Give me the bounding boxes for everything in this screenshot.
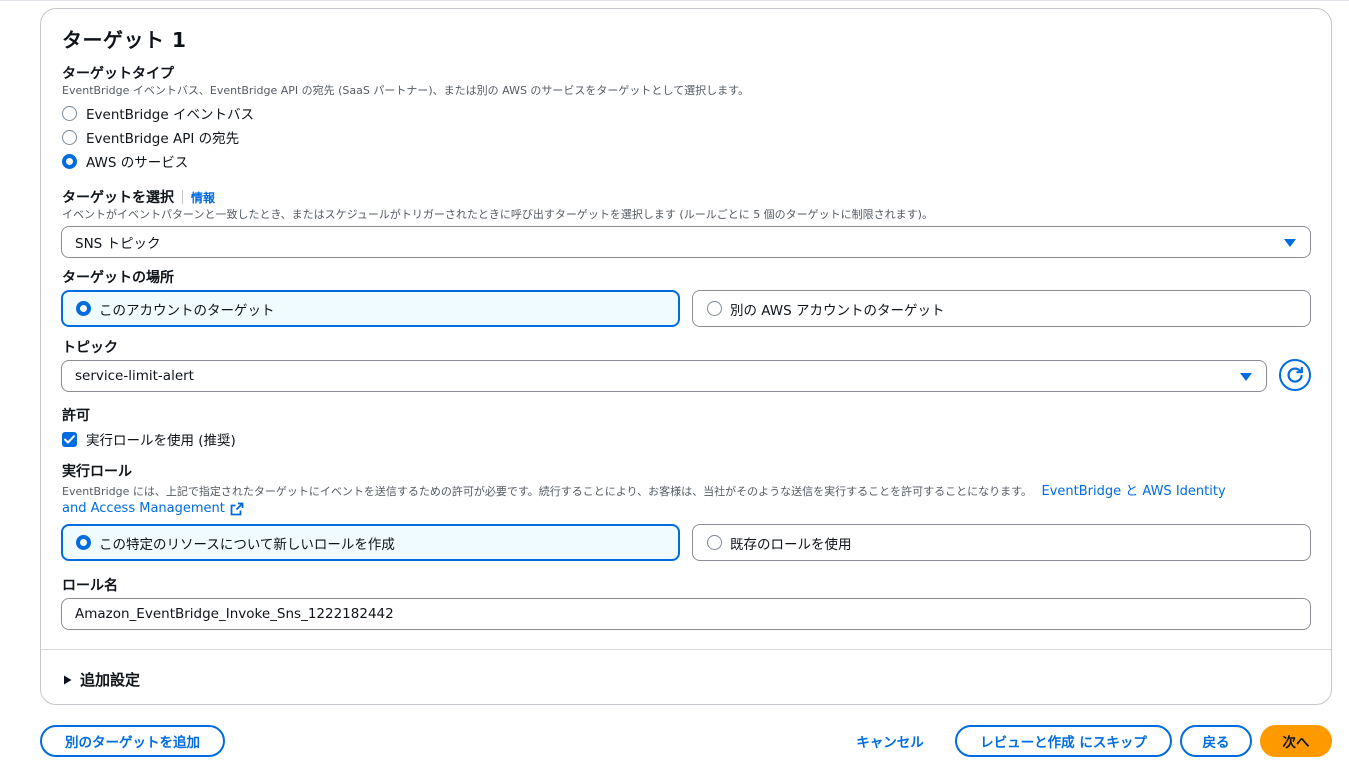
- skip-to-review-button[interactable]: レビューと作成 にスキップ: [955, 725, 1172, 757]
- execution-role-description: EventBridge には、上記で指定されたターゲットにイベントを送信するため…: [62, 485, 1033, 498]
- checkbox-checked[interactable]: [62, 431, 77, 447]
- radio-aws-service[interactable]: AWS のサービス: [62, 151, 188, 171]
- tile-create-new-role[interactable]: この特定のリソースについて新しいロールを作成: [61, 524, 680, 561]
- add-target-button[interactable]: 別のターゲットを追加: [40, 725, 225, 757]
- caret-right-icon: [64, 675, 72, 684]
- next-button[interactable]: 次へ: [1260, 725, 1332, 757]
- check-icon: [64, 434, 75, 443]
- execution-role-label: 実行ロール: [62, 464, 132, 480]
- radio-eventbridge-api[interactable]: EventBridge API の宛先: [62, 127, 239, 147]
- target-location-label: ターゲットの場所: [62, 270, 174, 286]
- section-divider: [41, 649, 1331, 650]
- caret-down-icon: [1240, 373, 1252, 381]
- external-link-icon: [230, 502, 244, 515]
- target-type-description: EventBridge イベントバス、EventBridge API の宛先 (…: [62, 84, 749, 97]
- role-name-label: ロール名: [62, 578, 118, 594]
- cancel-button[interactable]: キャンセル: [846, 725, 934, 757]
- info-link[interactable]: 情報: [191, 189, 215, 206]
- label-separator: [182, 190, 183, 204]
- additional-settings-label: 追加設定: [80, 671, 141, 689]
- tile-other-account[interactable]: 別の AWS アカウントのターゲット: [692, 290, 1311, 327]
- radio-button-selected[interactable]: [76, 535, 91, 550]
- use-execution-role-label: 実行ロールを使用 (推奨): [86, 433, 236, 449]
- radio-button[interactable]: [62, 129, 77, 145]
- use-execution-role-checkbox-row[interactable]: 実行ロールを使用 (推奨): [62, 429, 236, 449]
- radio-button[interactable]: [707, 301, 722, 316]
- radio-eventbridge-bus[interactable]: EventBridge イベントバス: [62, 103, 254, 123]
- refresh-icon: [1287, 366, 1303, 383]
- topic-label: トピック: [62, 340, 118, 356]
- card-title: ターゲット 1: [62, 28, 187, 52]
- select-target-label-row: ターゲットを選択 情報: [62, 187, 215, 207]
- additional-settings-toggle[interactable]: 追加設定: [63, 669, 140, 690]
- execution-role-description-block: EventBridge には、上記で指定されたターゲットにイベントを送信するため…: [62, 482, 1312, 502]
- role-name-input[interactable]: Amazon_EventBridge_Invoke_Sns_1222182442: [61, 598, 1311, 630]
- topic-select-value: service-limit-alert: [75, 368, 194, 384]
- iam-doc-link-part2[interactable]: and Access Management: [62, 501, 225, 516]
- topic-select[interactable]: service-limit-alert: [61, 360, 1267, 392]
- iam-doc-link-row[interactable]: and Access Management: [62, 501, 244, 516]
- select-target-description: イベントがイベントパターンと一致したとき、またはスケジュールがトリガーされたとき…: [62, 208, 933, 221]
- iam-doc-link-part1[interactable]: EventBridge と AWS Identity: [1042, 484, 1226, 499]
- tile-this-account[interactable]: このアカウントのターゲット: [61, 290, 680, 327]
- caret-down-icon: [1284, 239, 1296, 247]
- target-select-value: SNS トピック: [75, 236, 161, 252]
- role-name-value: Amazon_EventBridge_Invoke_Sns_1222182442: [75, 606, 394, 622]
- radio-button-selected[interactable]: [76, 301, 91, 316]
- target-type-label: ターゲットタイプ: [62, 66, 174, 82]
- top-divider: [0, 0, 1349, 3]
- radio-button[interactable]: [62, 105, 77, 121]
- target-select[interactable]: SNS トピック: [61, 226, 1311, 258]
- target-card: ターゲット 1 ターゲットタイプ EventBridge イベントバス、Even…: [40, 8, 1332, 705]
- radio-button-selected[interactable]: [62, 153, 77, 169]
- refresh-button[interactable]: [1279, 359, 1311, 391]
- tile-use-existing-role[interactable]: 既存のロールを使用: [692, 524, 1311, 561]
- back-button[interactable]: 戻る: [1180, 725, 1252, 757]
- permission-label: 許可: [62, 408, 90, 424]
- select-target-label: ターゲットを選択: [62, 190, 174, 206]
- radio-button[interactable]: [707, 535, 722, 550]
